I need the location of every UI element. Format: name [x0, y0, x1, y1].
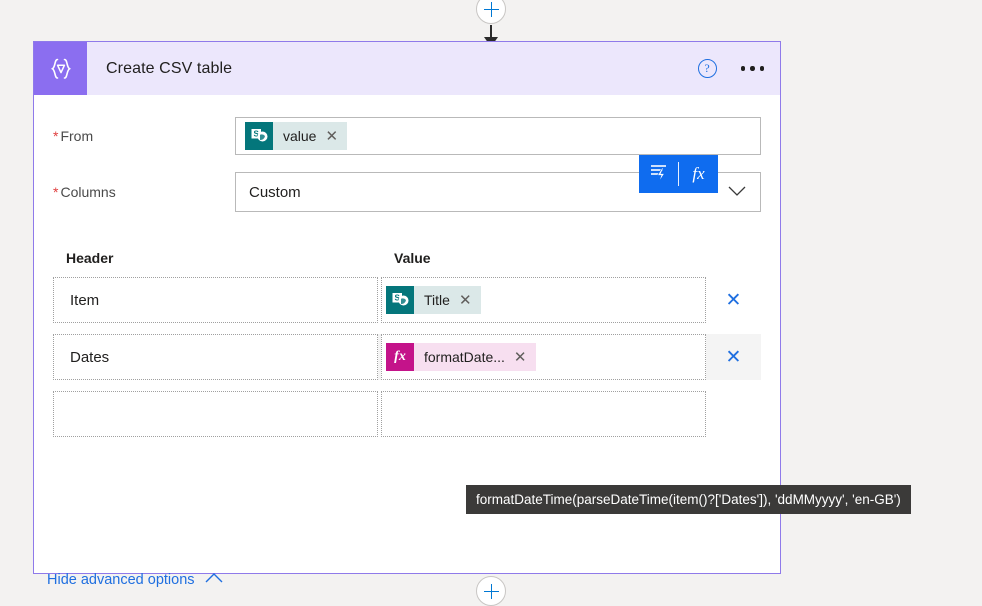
row-value-input[interactable] — [381, 391, 706, 437]
card-title: Create CSV table — [106, 59, 233, 77]
ellipsis-dot — [740, 66, 745, 71]
row-key-input[interactable]: Dates — [53, 334, 378, 380]
column-header-header: Header — [66, 250, 114, 266]
dynamic-content-icon — [648, 162, 669, 186]
close-icon[interactable]: ✕ — [325, 129, 347, 144]
columns-dropdown-value: Custom — [249, 183, 301, 201]
expression-tooltip: formatDateTime(parseDateTime(item()?['Da… — [466, 485, 911, 514]
row-key-text: Dates — [70, 348, 110, 366]
token-label: value — [283, 128, 317, 144]
sharepoint-icon: S — [386, 286, 414, 314]
token-label: formatDate... — [424, 349, 505, 365]
kv-table-header: Header Value — [53, 250, 761, 266]
fx-icon: fx — [692, 164, 705, 183]
expression-toolbar: fx — [639, 155, 718, 193]
row-value-input[interactable]: fx formatDate... ✕ — [381, 334, 706, 380]
ellipsis-dot — [750, 66, 755, 71]
delete-row-button — [706, 391, 761, 437]
row-key-text: Item — [70, 291, 100, 309]
compose-expression-icon — [34, 42, 87, 95]
field-label-columns: * Columns — [53, 184, 235, 200]
field-from: * From S value ✕ — [53, 117, 761, 155]
help-icon[interactable]: ? — [697, 59, 717, 78]
add-step-button-bottom[interactable] — [476, 576, 506, 606]
field-label-from-text: From — [60, 128, 94, 144]
token-value[interactable]: S value ✕ — [245, 122, 348, 150]
token-expression[interactable]: fx formatDate... ✕ — [386, 343, 536, 371]
toolbar-divider — [678, 162, 679, 186]
close-icon[interactable]: ✕ — [459, 293, 481, 308]
column-header-value: Value — [394, 250, 431, 266]
connector-top — [0, 0, 982, 47]
more-options-icon[interactable] — [739, 60, 767, 77]
field-label-columns-text: Columns — [60, 184, 116, 200]
from-input[interactable]: S value ✕ — [235, 117, 761, 155]
fx-expression-button[interactable]: fx — [679, 155, 718, 193]
required-marker: * — [53, 128, 59, 144]
card-header: Create CSV table ? — [34, 42, 780, 95]
connector-bottom — [0, 576, 982, 606]
fx-icon: fx — [386, 343, 414, 371]
chevron-down-icon — [728, 184, 746, 200]
field-control-from: S value ✕ — [235, 117, 761, 155]
row-key-input[interactable]: Item — [53, 277, 378, 323]
token-label: Title — [424, 292, 450, 308]
action-card-create-csv-table[interactable]: Create CSV table ? * From S value ✕ * Co… — [33, 41, 911, 588]
delete-row-button[interactable]: ✕ — [706, 334, 761, 380]
add-step-button-top[interactable] — [476, 0, 506, 24]
table-row: Item S Title ✕ ✕ — [53, 277, 761, 323]
token-title[interactable]: S Title ✕ — [386, 286, 481, 314]
card-header-actions: ? — [697, 42, 767, 95]
table-row — [53, 391, 761, 437]
dynamic-content-button[interactable] — [639, 155, 678, 193]
sharepoint-icon: S — [245, 122, 273, 150]
required-marker: * — [53, 184, 59, 200]
plus-icon — [483, 583, 499, 599]
card-body: * From S value ✕ * Columns Custom Header… — [34, 117, 911, 596]
ellipsis-dot — [759, 66, 764, 71]
row-key-input[interactable] — [53, 391, 378, 437]
delete-row-button[interactable]: ✕ — [706, 277, 761, 323]
table-row: Dates fx formatDate... ✕ ✕ — [53, 334, 761, 380]
field-label-from: * From — [53, 128, 235, 144]
plus-icon — [483, 1, 499, 17]
row-value-input[interactable]: S Title ✕ — [381, 277, 706, 323]
close-icon[interactable]: ✕ — [514, 350, 536, 365]
